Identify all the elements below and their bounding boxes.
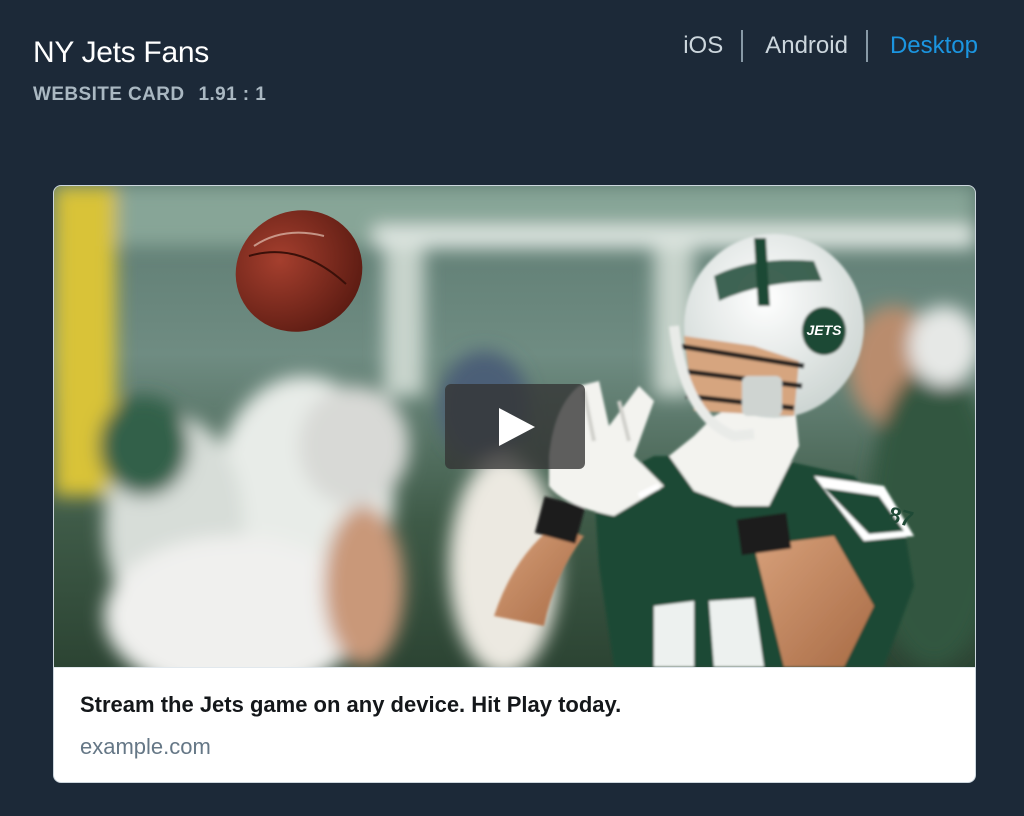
- platform-tabs: iOS Android Desktop: [683, 30, 978, 62]
- card-type-label: WEBSITE CARD: [33, 84, 185, 105]
- play-icon: [499, 408, 535, 446]
- play-button[interactable]: [445, 384, 585, 469]
- card-domain[interactable]: example.com: [80, 734, 211, 760]
- card-media[interactable]: JETS 87: [54, 186, 975, 667]
- card-details[interactable]: Stream the Jets game on any device. Hit …: [54, 667, 975, 782]
- tab-ios[interactable]: iOS: [683, 32, 723, 60]
- card-type-subtitle: WEBSITE CARD 1.91 : 1: [33, 84, 266, 106]
- tab-divider: [865, 30, 868, 62]
- tab-android[interactable]: Android: [765, 32, 848, 60]
- website-card-preview[interactable]: JETS 87 Stream the Jets game on any devi…: [53, 185, 976, 783]
- page-title: NY Jets Fans: [33, 36, 209, 69]
- tab-divider: [741, 30, 744, 62]
- card-title[interactable]: Stream the Jets game on any device. Hit …: [80, 692, 621, 718]
- helmet-logo-text: JETS: [806, 322, 842, 338]
- aspect-ratio-label: 1.91 : 1: [198, 84, 267, 105]
- tab-desktop[interactable]: Desktop: [890, 32, 978, 60]
